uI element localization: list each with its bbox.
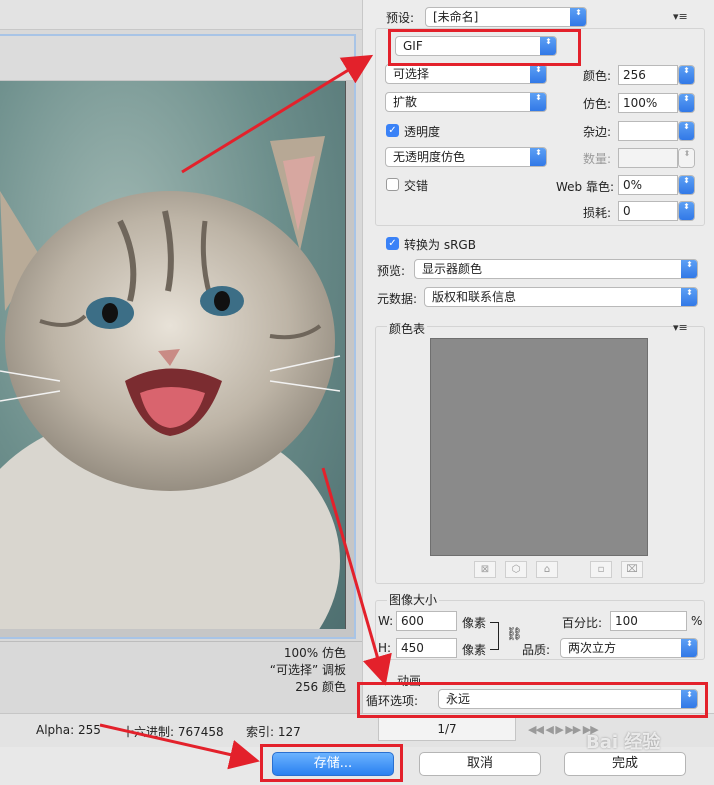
trash-icon[interactable]: ⌧ (621, 561, 643, 578)
preset-value: [未命名] (433, 10, 479, 24)
chevron-updown-icon: ⬍ (570, 8, 586, 26)
chevron-updown-icon: ⬍ (679, 122, 694, 140)
colors-stepper[interactable]: ⬍ (678, 65, 695, 85)
preview-mode-label: 预览: (377, 264, 406, 278)
transparency-dither-value: 无透明度仿色 (393, 150, 466, 164)
convert-srgb-checkbox[interactable]: ✓ (386, 237, 399, 250)
chevron-updown-icon: ⬍ (681, 639, 697, 657)
transparency-dither-select[interactable]: 无透明度仿色 ⬍ (385, 147, 547, 167)
amount-label: 数量: (583, 152, 612, 166)
image-size-label: 图像大小 (387, 591, 440, 608)
chevron-updown-icon: ⬍ (679, 149, 694, 167)
baidu-watermark: Bai 经验 (586, 732, 661, 753)
chevron-updown-icon: ⬍ (679, 66, 694, 84)
chevron-updown-icon: ⬍ (530, 148, 546, 166)
preview-mode-select[interactable]: 显示器颜色 ⬍ (414, 259, 698, 279)
preview-tabs-bar (0, 0, 362, 30)
metadata-label: 元数据: (377, 292, 418, 306)
matte-field[interactable] (618, 121, 678, 141)
done-button[interactable]: 完成 (564, 752, 686, 776)
preview-separator (0, 641, 362, 642)
quality-value: 两次立方 (568, 641, 617, 655)
height-field[interactable]: 450 (396, 638, 457, 658)
color-reduction-select[interactable]: 可选择 ⬍ (385, 64, 547, 84)
preview-palette-info: “可选择” 调板 (269, 663, 346, 677)
quality-label: 品质: (522, 643, 551, 657)
interlaced-label: 交错 (404, 179, 429, 193)
color-table-menu-icon[interactable]: ▾≡ (673, 321, 688, 334)
alpha-readout: Alpha: 255 (36, 723, 101, 737)
loop-options-highlight-box (357, 682, 708, 718)
width-unit: 像素 (462, 616, 487, 630)
map-color-icon[interactable]: ⊠ (474, 561, 496, 578)
dither-algorithm-select[interactable]: 扩散 ⬍ (385, 92, 547, 112)
chevron-updown-icon: ⬍ (530, 93, 546, 111)
color-reduction-value: 可选择 (393, 67, 430, 81)
cancel-button[interactable]: 取消 (419, 752, 541, 776)
colors-field[interactable]: 256 (618, 65, 678, 85)
chevron-updown-icon: ⬍ (679, 94, 694, 112)
hex-readout: 十六进制: 767458 (122, 725, 224, 739)
lossy-stepper[interactable]: ⬍ (678, 201, 695, 221)
web-snap-label: Web 靠色: (556, 180, 615, 194)
panel-menu-icon[interactable]: ▾≡ (673, 10, 688, 23)
height-unit: 像素 (462, 643, 487, 657)
metadata-value: 版权和联系信息 (432, 290, 517, 304)
preview-frame[interactable] (0, 34, 356, 639)
preview-frame-header (0, 36, 354, 80)
constrain-bracket (490, 622, 499, 650)
format-highlight-box (388, 29, 581, 66)
convert-srgb-label: 转换为 sRGB (404, 238, 476, 252)
kitten-image (0, 81, 346, 629)
chevron-updown-icon: ⬍ (679, 176, 694, 194)
preset-label: 预设: (386, 11, 415, 25)
matte-stepper[interactable]: ⬍ (678, 121, 695, 141)
chevron-updown-icon: ⬍ (530, 65, 546, 83)
lossy-field[interactable]: 0 (618, 201, 678, 221)
colors-label: 颜色: (583, 69, 612, 83)
kitten-drawing (0, 136, 341, 629)
save-highlight-box (260, 744, 403, 782)
dither-stepper[interactable]: ⬍ (678, 93, 695, 113)
matte-label: 杂边: (583, 125, 612, 139)
dither-algorithm-value: 扩散 (393, 95, 418, 109)
index-readout: 索引: 127 (246, 725, 301, 739)
frame-counter: 1/7 (378, 717, 516, 741)
lock-color-icon[interactable]: ⌂ (536, 561, 558, 578)
amount-stepper[interactable]: ⬍ (678, 148, 695, 168)
web-snap-field[interactable]: 0% (618, 175, 678, 195)
preview-colors-info: 256 颜色 (295, 680, 346, 694)
preview-area: 100% 仿色 “可选择” 调板 256 颜色 (0, 0, 362, 713)
percent-label: 百分比: (562, 616, 603, 630)
preview-info: 100% 仿色 “可选择” 调板 256 颜色 (270, 645, 346, 696)
chain-link-icon[interactable]: ⛓ (506, 627, 523, 642)
color-table-swatches[interactable] (430, 338, 648, 556)
new-color-icon[interactable]: ▫ (590, 561, 612, 578)
preset-select[interactable]: [未命名] ⬍ (425, 7, 587, 27)
transparency-label: 透明度 (404, 125, 441, 139)
percent-field[interactable]: 100 (610, 611, 687, 631)
metadata-select[interactable]: 版权和联系信息 ⬍ (424, 287, 698, 307)
amount-field[interactable] (618, 148, 678, 168)
preview-dither-info: 100% 仿色 (283, 646, 346, 660)
chevron-updown-icon: ⬍ (681, 260, 697, 278)
width-label: W: (378, 614, 394, 628)
dither-amount-field[interactable]: 100% (618, 93, 678, 113)
lossy-label: 损耗: (583, 206, 612, 220)
quality-select[interactable]: 两次立方 ⬍ (560, 638, 698, 658)
preview-mode-value: 显示器颜色 (422, 262, 483, 276)
chevron-updown-icon: ⬍ (679, 202, 694, 220)
transparency-checkbox[interactable]: ✓ (386, 124, 399, 137)
chevron-updown-icon: ⬍ (681, 288, 697, 306)
height-label: H: (378, 641, 392, 655)
percent-sign: % (691, 614, 703, 628)
interlaced-checkbox[interactable] (386, 178, 399, 191)
web-shift-icon[interactable]: ⬡ (505, 561, 527, 578)
dither-label: 仿色: (583, 97, 612, 111)
width-field[interactable]: 600 (396, 611, 457, 631)
color-table-label: 颜色表 (387, 320, 428, 337)
web-snap-stepper[interactable]: ⬍ (678, 175, 695, 195)
